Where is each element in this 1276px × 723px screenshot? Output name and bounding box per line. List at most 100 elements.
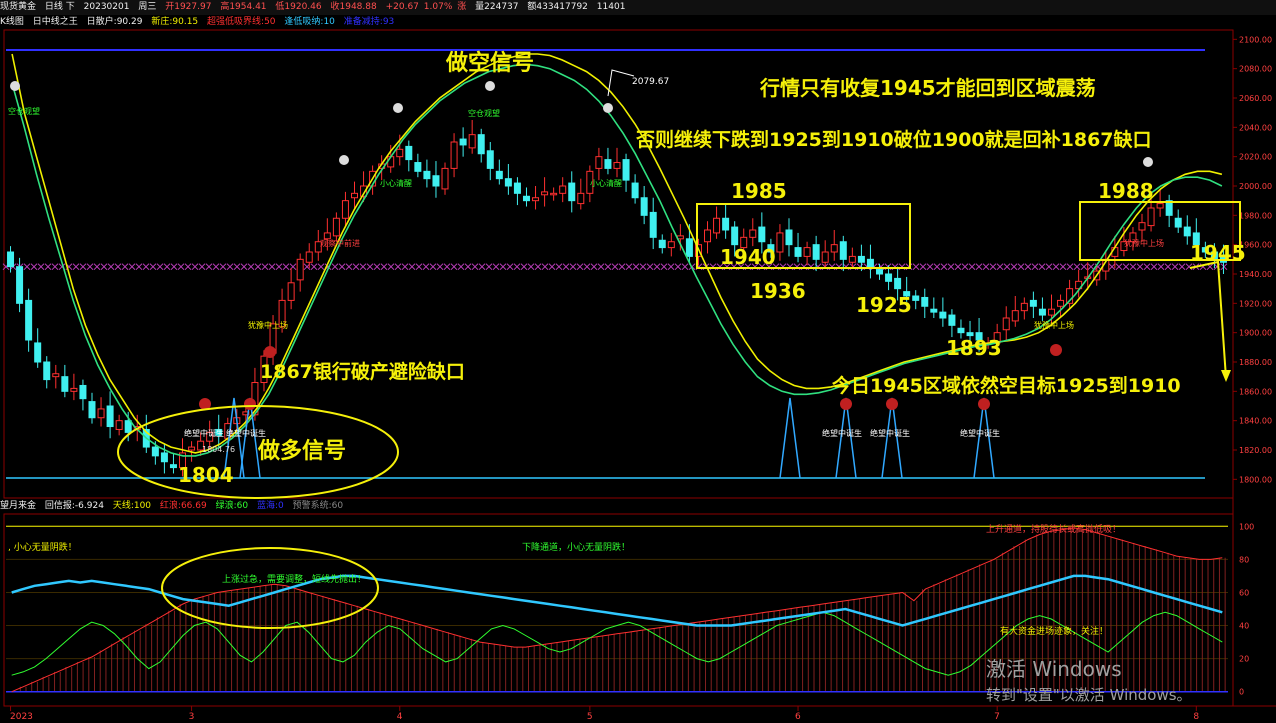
x-marker [457,263,465,271]
x-marker [478,263,486,271]
date-axis: 2023 3 4 5 6 7 8 [10,706,1199,722]
target-arrowhead [1221,370,1231,382]
candle-body [106,405,114,428]
x-marker [212,263,220,271]
candle-body [758,226,766,243]
candle-body [785,229,793,246]
candle-body [830,244,838,253]
candle-body [948,314,956,326]
x-marker [184,263,192,271]
price-tick-label: 2060.00 [1239,94,1272,103]
signal-label: 观察中前进 [320,238,360,248]
x-marker [919,263,927,271]
candle-body [857,255,865,263]
date-tick-label: 8 [1193,712,1199,722]
candle-body [522,195,530,202]
candle-body [70,387,78,392]
x-marker [345,263,353,271]
candle-body [305,251,313,263]
candle-body [1020,302,1028,312]
price-tick-label: 1980.00 [1239,211,1272,220]
price-tick-label: 2040.00 [1239,123,1272,132]
x-marker [86,263,94,271]
candle-body [604,159,612,169]
candle-body [894,277,902,290]
candle-body [61,376,69,392]
level-1940: 1940 [720,245,776,269]
signal-dot [1050,344,1062,356]
x-marker [1010,263,1018,271]
sub-tick-label: 100 [1239,522,1254,531]
candle-body [848,255,856,263]
x-marker [30,263,38,271]
x-marker [1003,263,1011,271]
note-downside-path: 否则继续下跌到1925到1910破位1900就是回补1867缺口 [635,128,1152,151]
note-gap-1867: 1867银行破产避险缺口 [260,360,465,383]
level-1893: 1893 [946,336,1002,360]
candle-body [296,258,304,281]
candle-body [477,134,485,155]
date-tick-label: 4 [397,712,403,722]
date-tick-label: 6 [795,712,801,722]
candle-body [794,247,802,257]
x-marker [128,263,136,271]
candle-body [1183,226,1191,237]
candle-body [1047,308,1055,316]
x-marker [79,263,87,271]
x-marker [520,263,528,271]
price-tick-label: 1900.00 [1239,329,1272,338]
x-marker [149,263,157,271]
level-1804: 1804 [178,463,234,487]
candle-body [803,247,811,257]
candle-body [667,241,675,249]
x-marker [198,263,206,271]
candle-body [658,239,666,249]
candle-body [151,446,159,457]
sub-tick-label: 40 [1239,622,1249,631]
candle-body [459,138,467,146]
x-marker [1066,263,1074,271]
candle-body [450,141,458,169]
level-1925: 1925 [856,293,912,317]
candle-body [79,384,87,400]
candle-body [332,217,340,237]
candle-body [43,361,51,381]
chart-canvas[interactable]: 2100.00 2080.00 2060.00 2040.00 2020.00 2000.… [0,0,1276,723]
sub-tick-label: 60 [1239,588,1249,597]
candle-body [513,182,521,194]
sub-note: 下降通道，小心无量阴跌！ [522,541,630,553]
x-marker [968,263,976,271]
candle-body [1057,299,1065,307]
x-marker [366,263,374,271]
x-marker [422,263,430,271]
x-marker [1178,263,1186,271]
candle-body [704,229,712,243]
candle-body [7,251,15,268]
x-marker [163,263,171,271]
candle-body [613,162,621,169]
signal-label: 犹豫中上场 [1034,320,1074,330]
candle-body [930,308,938,313]
sub-tick-label: 20 [1239,655,1249,664]
x-marker [513,263,521,271]
long-signal-label: 做多信号 [257,438,346,464]
x-marker [233,263,241,271]
x-marker [947,263,955,271]
candle-body [1174,217,1182,228]
candle-body [323,232,331,240]
candle-body [504,178,512,187]
candle-body [957,327,965,334]
candle-body [396,148,404,158]
candle-body [97,408,105,419]
x-marker [912,263,920,271]
candle-body [1147,207,1155,227]
x-marker [338,263,346,271]
spike-signal [779,397,801,479]
x-marker [996,263,1004,271]
level-1985: 1985 [731,179,787,203]
sub-blue-line [11,574,1223,627]
x-marker [268,263,276,271]
x-marker [933,263,941,271]
x-marker [205,263,213,271]
smiley-icon [393,103,403,113]
